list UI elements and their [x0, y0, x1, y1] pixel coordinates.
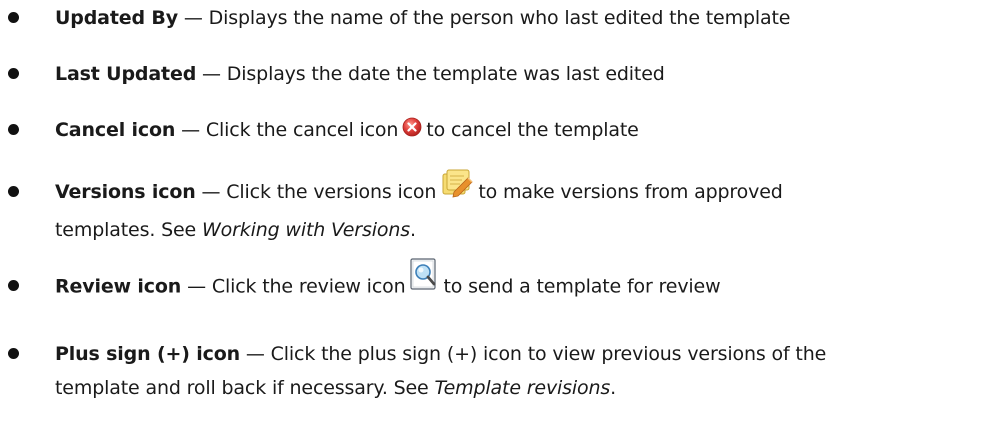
term: Cancel icon: [55, 119, 176, 141]
term: Last Updated: [55, 63, 197, 85]
term: Review icon: [55, 275, 182, 298]
dash: —: [196, 63, 227, 85]
description-line2: template and roll back if necessary. See: [55, 377, 435, 399]
description: Displays the name of the person who last…: [208, 7, 791, 29]
dash: —: [178, 7, 209, 29]
list-item-text: Versions icon — Click the versions icon …: [55, 169, 975, 208]
versions-icon: [440, 168, 474, 198]
description-line2: templates. See: [55, 219, 202, 241]
bullet: [8, 124, 19, 135]
bullet: [8, 348, 19, 359]
cancel-icon: [402, 115, 422, 136]
list-item-text: Updated By — Displays the name of the pe…: [55, 2, 975, 34]
dash: —: [175, 119, 206, 141]
period: .: [409, 219, 416, 241]
term: Updated By: [55, 7, 179, 29]
dash: —: [240, 343, 271, 365]
term: Versions icon: [55, 181, 196, 203]
description-after: to make versions from approved: [478, 181, 783, 203]
list-item-text: Review icon — Click the review icon to s…: [55, 258, 975, 304]
dash: —: [195, 181, 227, 203]
list-item-text-line2: template and roll back if necessary. See…: [55, 372, 975, 404]
list-item-text: Last Updated — Displays the date the tem…: [55, 58, 975, 90]
description-after: to cancel the template: [426, 119, 639, 141]
term: Plus sign (+) icon: [55, 343, 241, 365]
period: .: [610, 377, 617, 399]
description-before: Click the versions icon: [226, 181, 437, 203]
description-before: Click the cancel icon: [205, 119, 399, 141]
document-page: Updated By — Displays the name of the pe…: [0, 0, 994, 426]
bullet: [8, 186, 19, 197]
list-item-text-line2: templates. See Working with Versions.: [55, 214, 975, 246]
description: Click the plus sign (+) icon to view pre…: [270, 343, 827, 365]
list-item-text: Plus sign (+) icon — Click the plus sign…: [55, 338, 975, 370]
bullet: [8, 68, 19, 79]
list-item-text: Cancel icon — Click the cancel icon to c…: [55, 114, 975, 146]
review-icon: [409, 258, 439, 292]
cross-reference: Working with Versions: [201, 219, 410, 241]
bullet: [8, 280, 19, 291]
description: Displays the date the template was last …: [226, 63, 665, 85]
cross-reference: Template revisions: [434, 377, 611, 399]
dash: —: [181, 275, 212, 298]
description-before: Click the review icon: [211, 275, 406, 298]
description-after: to send a template for review: [443, 275, 721, 298]
bullet: [8, 12, 19, 23]
